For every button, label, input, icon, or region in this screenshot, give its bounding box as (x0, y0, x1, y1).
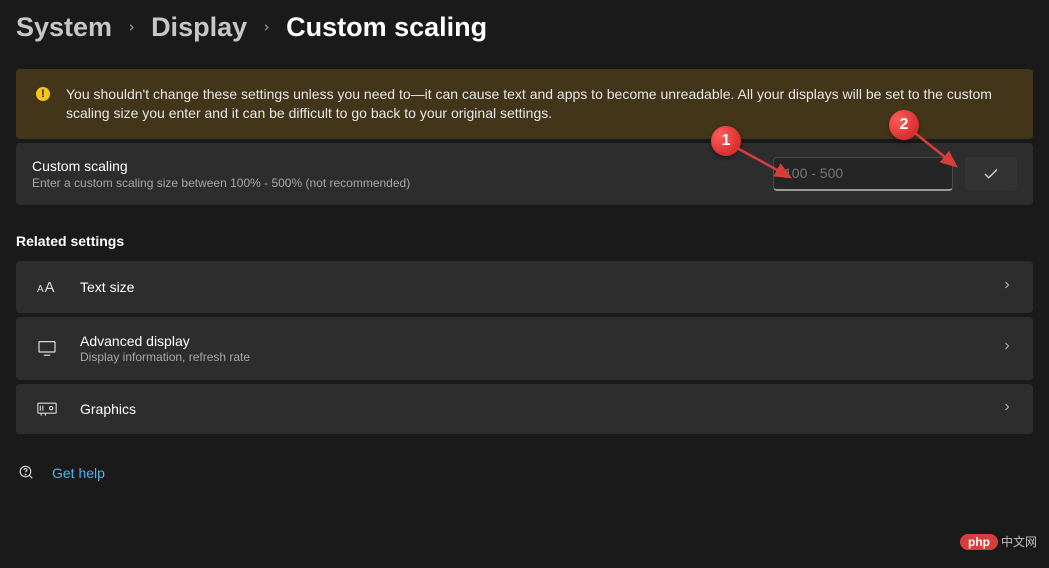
setting-text-size[interactable]: AA Text size (16, 261, 1033, 313)
setting-title: Graphics (80, 401, 979, 417)
svg-text:A: A (37, 284, 44, 295)
chevron-right-icon (261, 17, 272, 38)
setting-title: Advanced display (80, 333, 979, 349)
breadcrumb: System Display Custom scaling (16, 12, 1033, 43)
graphics-icon (36, 401, 58, 417)
breadcrumb-display[interactable]: Display (151, 12, 247, 43)
help-icon (16, 464, 38, 482)
setting-graphics[interactable]: Graphics (16, 384, 1033, 434)
watermark-php: php (960, 534, 998, 550)
check-icon (982, 165, 1000, 183)
watermark: php 中文网 (960, 533, 1037, 550)
monitor-icon (36, 340, 58, 356)
custom-scaling-row: Custom scaling Enter a custom scaling si… (16, 143, 1033, 205)
apply-button[interactable] (965, 157, 1017, 191)
warning-icon: ! (36, 87, 50, 101)
related-settings-header: Related settings (16, 233, 1033, 249)
chevron-right-icon (1001, 339, 1013, 357)
text-size-icon: AA (36, 277, 58, 297)
breadcrumb-current: Custom scaling (286, 12, 487, 43)
arrow-1 (732, 143, 802, 188)
scaling-title: Custom scaling (32, 158, 761, 174)
get-help-link[interactable]: Get help (16, 464, 1033, 482)
breadcrumb-system[interactable]: System (16, 12, 112, 43)
warning-banner: ! You shouldn't change these settings un… (16, 69, 1033, 139)
scaling-subtitle: Enter a custom scaling size between 100%… (32, 176, 761, 190)
warning-text: You shouldn't change these settings unle… (66, 85, 1013, 123)
watermark-cn: 中文网 (1001, 533, 1037, 550)
svg-text:A: A (45, 279, 55, 296)
setting-advanced-display[interactable]: Advanced display Display information, re… (16, 317, 1033, 380)
setting-subtitle: Display information, refresh rate (80, 350, 979, 364)
arrow-2 (910, 128, 970, 178)
chevron-right-icon (126, 17, 137, 38)
chevron-right-icon (1001, 278, 1013, 296)
setting-title: Text size (80, 279, 979, 295)
chevron-right-icon (1001, 400, 1013, 418)
help-label: Get help (52, 465, 105, 481)
